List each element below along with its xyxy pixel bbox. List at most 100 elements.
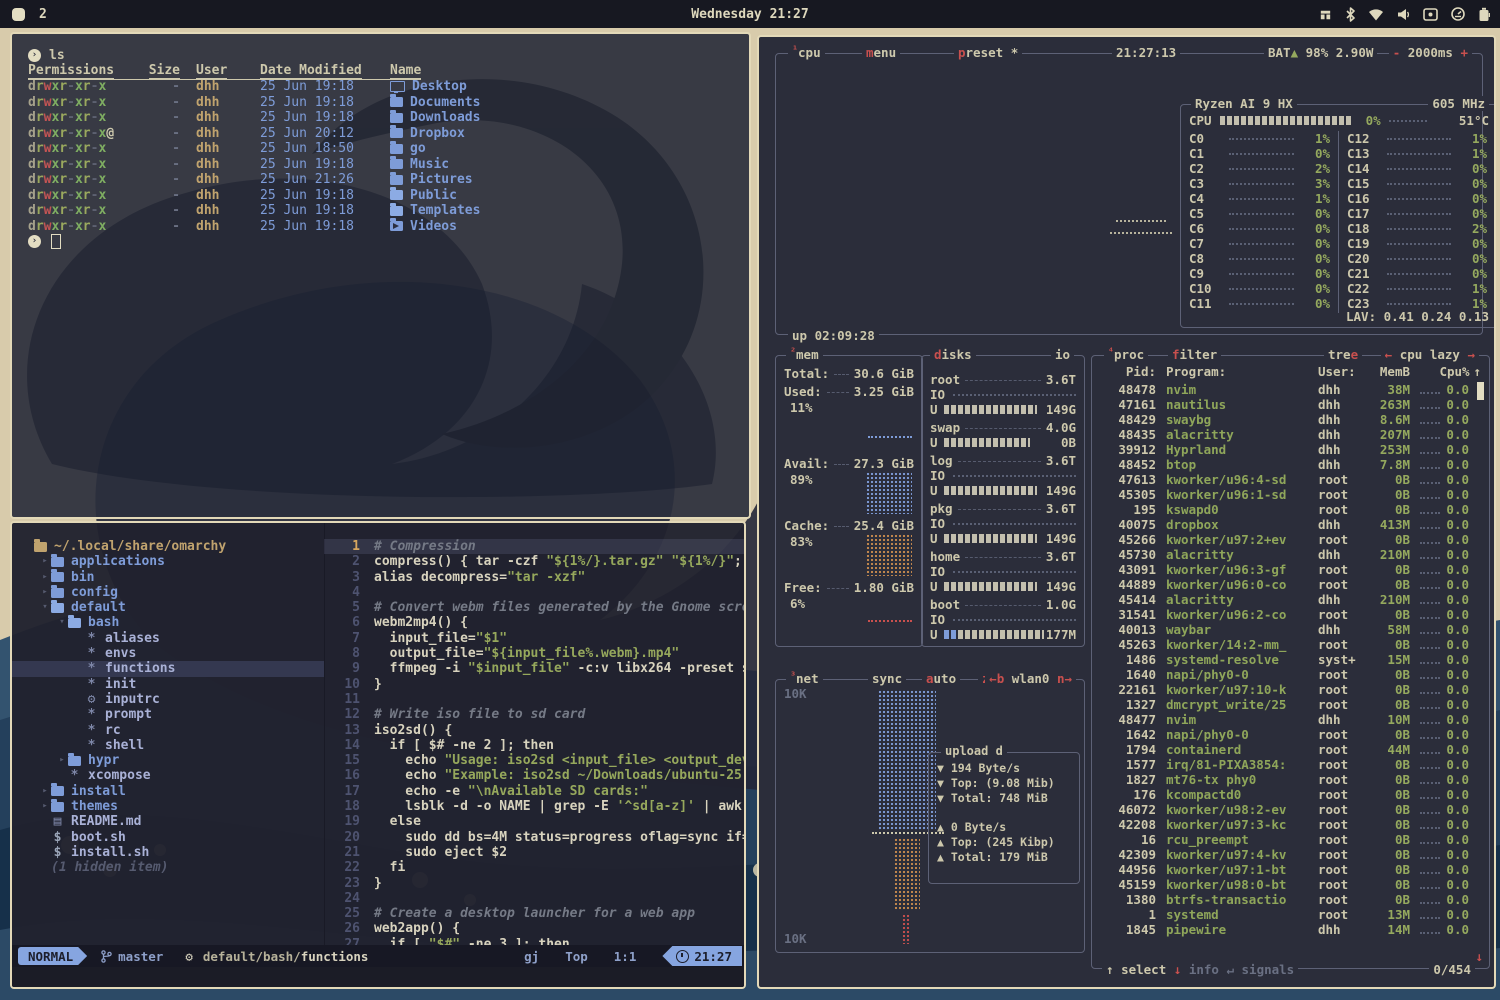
- process-row[interactable]: 45266kworker/u97:2+evroot 0B0.0: [1100, 532, 1469, 547]
- code-line[interactable]: 11: [324, 692, 744, 707]
- tree-item-readme.md[interactable]: ▤README.md: [12, 814, 324, 829]
- ls-row[interactable]: drwxr-xr-x - dhh 25 Jun 18:50 go: [28, 141, 739, 157]
- tree-item-default[interactable]: ▾default: [12, 600, 324, 615]
- ls-row[interactable]: drwxr-xr-x - dhh 25 Jun 19:18 Downloads: [28, 110, 739, 126]
- process-row[interactable]: 1577irq/81-PIXA3854:root 0B0.0: [1100, 757, 1469, 772]
- ls-row[interactable]: drwxr-xr-x - dhh 25 Jun 19:18 Public: [28, 188, 739, 204]
- tree-item-functions[interactable]: *functions: [12, 661, 324, 676]
- code-line[interactable]: 7 input_file="$1": [324, 631, 744, 646]
- process-row[interactable]: 46072kworker/u98:2-evroot 0B0.0: [1100, 802, 1469, 817]
- code-line[interactable]: 20 sudo dd bs=4M status=progress oflag=s…: [324, 830, 744, 845]
- process-row[interactable]: 48478nvimdhh 38M0.0: [1100, 382, 1469, 397]
- workspace-active-icon[interactable]: [12, 8, 25, 21]
- tree-item--.local-share-omarchy[interactable]: ~/.local/share/omarchy: [12, 539, 324, 554]
- code-line[interactable]: 27 if [ "$#" -ne 3 ]; then: [324, 937, 744, 945]
- tree-item-init[interactable]: *init: [12, 677, 324, 692]
- code-line[interactable]: 1# Compression: [324, 539, 744, 554]
- code-line[interactable]: 5# Convert webm files generated by the G…: [324, 600, 744, 615]
- process-row[interactable]: 1486systemd-resolvesyst+ 15M0.0: [1100, 652, 1469, 667]
- tree-item-install[interactable]: ▸install: [12, 784, 324, 799]
- code-line[interactable]: 26web2app() {: [324, 921, 744, 936]
- process-row[interactable]: 1642napi/phy0-0root 0B0.0: [1100, 727, 1469, 742]
- process-row[interactable]: 45305kworker/u96:1-sdroot 0B0.0: [1100, 487, 1469, 502]
- process-row[interactable]: 31541kworker/u96:2-coroot 0B0.0: [1100, 607, 1469, 622]
- tree-item-bash[interactable]: ▾bash: [12, 615, 324, 630]
- cpu-box-title[interactable]: ¹cpu: [788, 45, 825, 60]
- code-line[interactable]: 13iso2sd() {: [324, 723, 744, 738]
- process-row[interactable]: 45263kworker/14:2-mm_root 0B0.0: [1100, 637, 1469, 652]
- process-row[interactable]: 1845pipewiredhh 14M0.0: [1100, 922, 1469, 937]
- process-row[interactable]: 1380btrfs-transactioroot 0B0.0: [1100, 892, 1469, 907]
- bluetooth-icon[interactable]: [1346, 7, 1355, 22]
- net-sync-toggle[interactable]: sync: [868, 671, 906, 686]
- proc-tree-toggle[interactable]: tree: [1324, 347, 1362, 362]
- code-line[interactable]: 19 else: [324, 814, 744, 829]
- tree-item--1-hidden-item-[interactable]: (1 hidden item): [12, 860, 324, 875]
- tree-item-shell[interactable]: *shell: [12, 738, 324, 753]
- code-line[interactable]: 3alias decompress="tar -xzf": [324, 570, 744, 585]
- neovim-window[interactable]: ~/.local/share/omarchy▸applications▸bin▸…: [10, 521, 746, 989]
- gauge-icon[interactable]: [1451, 7, 1465, 21]
- process-row[interactable]: 1794containerdroot 44M0.0: [1100, 742, 1469, 757]
- process-row[interactable]: 40013waybardhh 58M0.0: [1100, 622, 1469, 637]
- refresh-interval[interactable]: - 2000ms +: [1389, 45, 1472, 60]
- code-line[interactable]: 6webm2mp4() {: [324, 615, 744, 630]
- code-line[interactable]: 15 echo "Usage: iso2sd <input_file> <out…: [324, 753, 744, 768]
- disks-box-title[interactable]: disks: [930, 347, 976, 362]
- tree-item-prompt[interactable]: *prompt: [12, 707, 324, 722]
- process-row[interactable]: 48429swaybgdhh 8.6M0.0: [1100, 412, 1469, 427]
- process-row[interactable]: 39912Hyprlanddhh 253M0.0: [1100, 442, 1469, 457]
- tree-item-aliases[interactable]: *aliases: [12, 631, 324, 646]
- ls-row[interactable]: drwxr-xr-x - dhh 25 Jun 19:18 Videos: [28, 219, 739, 235]
- battery-icon[interactable]: [1478, 7, 1490, 22]
- process-row[interactable]: 42208kworker/u97:3-kcroot 0B0.0: [1100, 817, 1469, 832]
- ls-row[interactable]: drwxr-xr-x - dhh 25 Jun 19:18 Documents: [28, 95, 739, 111]
- code-line[interactable]: 8 output_file="${input_file%.webm}.mp4": [324, 646, 744, 661]
- terminal-window-ls[interactable]: › ls PermissionsSizeUserDate ModifiedNam…: [10, 32, 751, 519]
- code-line[interactable]: 24: [324, 891, 744, 906]
- process-row[interactable]: 45730alacrittydhh 210M0.0: [1100, 547, 1469, 562]
- process-row[interactable]: 47161nautilusdhh 263M0.0: [1100, 397, 1469, 412]
- process-row[interactable]: 48477nvimdhh 10M0.0: [1100, 712, 1469, 727]
- tree-item-boot.sh[interactable]: $boot.sh: [12, 830, 324, 845]
- scroll-down-indicator[interactable]: ↓: [1475, 949, 1483, 964]
- code-line[interactable]: 10}: [324, 677, 744, 692]
- code-line[interactable]: 21 sudo eject $2: [324, 845, 744, 860]
- ls-row[interactable]: drwxr-xr-x - dhh 25 Jun 19:18 Music: [28, 157, 739, 173]
- menu-button[interactable]: menu: [862, 45, 900, 60]
- code-panel[interactable]: 1# Compression2compress() { tar -czf "${…: [324, 523, 744, 945]
- tree-item-inputrc[interactable]: ⚙inputrc: [12, 692, 324, 707]
- tree-item-envs[interactable]: *envs: [12, 646, 324, 661]
- process-row[interactable]: 47613kworker/u96:4-sdroot 0B0.0: [1100, 472, 1469, 487]
- wifi-icon[interactable]: [1368, 8, 1384, 21]
- info-button[interactable]: info: [1189, 962, 1219, 977]
- proc-scrollbar-thumb[interactable]: [1477, 382, 1484, 400]
- net-interface-switch[interactable]: ←b wlan0 n→: [985, 671, 1076, 686]
- process-row[interactable]: 1827mt76-tx phy0root 0B0.0: [1100, 772, 1469, 787]
- process-row[interactable]: 45159kworker/u98:0-btroot 0B0.0: [1100, 877, 1469, 892]
- process-row[interactable]: 43091kworker/u96:3-gfroot 0B0.0: [1100, 562, 1469, 577]
- code-line[interactable]: 18 lsblk -d -o NAME | grep -E '^sd[a-z]'…: [324, 799, 744, 814]
- code-line[interactable]: 2compress() { tar -czf "${1%/}.tar.gz" "…: [324, 554, 744, 569]
- ls-row[interactable]: drwxr-xr-x - dhh 25 Jun 21:26 Pictures: [28, 172, 739, 188]
- ls-row[interactable]: drwxr-xr-x - dhh 25 Jun 19:18 Templates: [28, 203, 739, 219]
- tree-item-rc[interactable]: *rc: [12, 723, 324, 738]
- select-button[interactable]: select: [1121, 962, 1166, 977]
- code-line[interactable]: 9 ffmpeg -i "$input_file" -c:v libx264 -…: [324, 661, 744, 676]
- disks-io-toggle[interactable]: io: [1051, 347, 1074, 362]
- process-row[interactable]: 44956kworker/u97:1-btroot 0B0.0: [1100, 862, 1469, 877]
- command-line[interactable]: [12, 967, 744, 987]
- code-line[interactable]: 22 fi: [324, 860, 744, 875]
- proc-box-title[interactable]: ⁴proc: [1104, 347, 1148, 362]
- process-row[interactable]: 16rcu_preemptroot 0B0.0: [1100, 832, 1469, 847]
- code-line[interactable]: 12# Write iso file to sd card: [324, 707, 744, 722]
- tree-item-install.sh[interactable]: $install.sh: [12, 845, 324, 860]
- process-row[interactable]: 1327dmcrypt_write/25root 0B0.0: [1100, 697, 1469, 712]
- process-row[interactable]: 22161kworker/u97:10-kroot 0B0.0: [1100, 682, 1469, 697]
- net-box-title[interactable]: ³net: [786, 671, 823, 686]
- tree-item-config[interactable]: ▸config: [12, 585, 324, 600]
- mem-box-title[interactable]: ²mem: [786, 347, 823, 362]
- volume-icon[interactable]: [1397, 8, 1410, 21]
- scroll-up-indicator[interactable]: ↑: [1473, 364, 1481, 379]
- preset-button[interactable]: preset *: [954, 45, 1022, 60]
